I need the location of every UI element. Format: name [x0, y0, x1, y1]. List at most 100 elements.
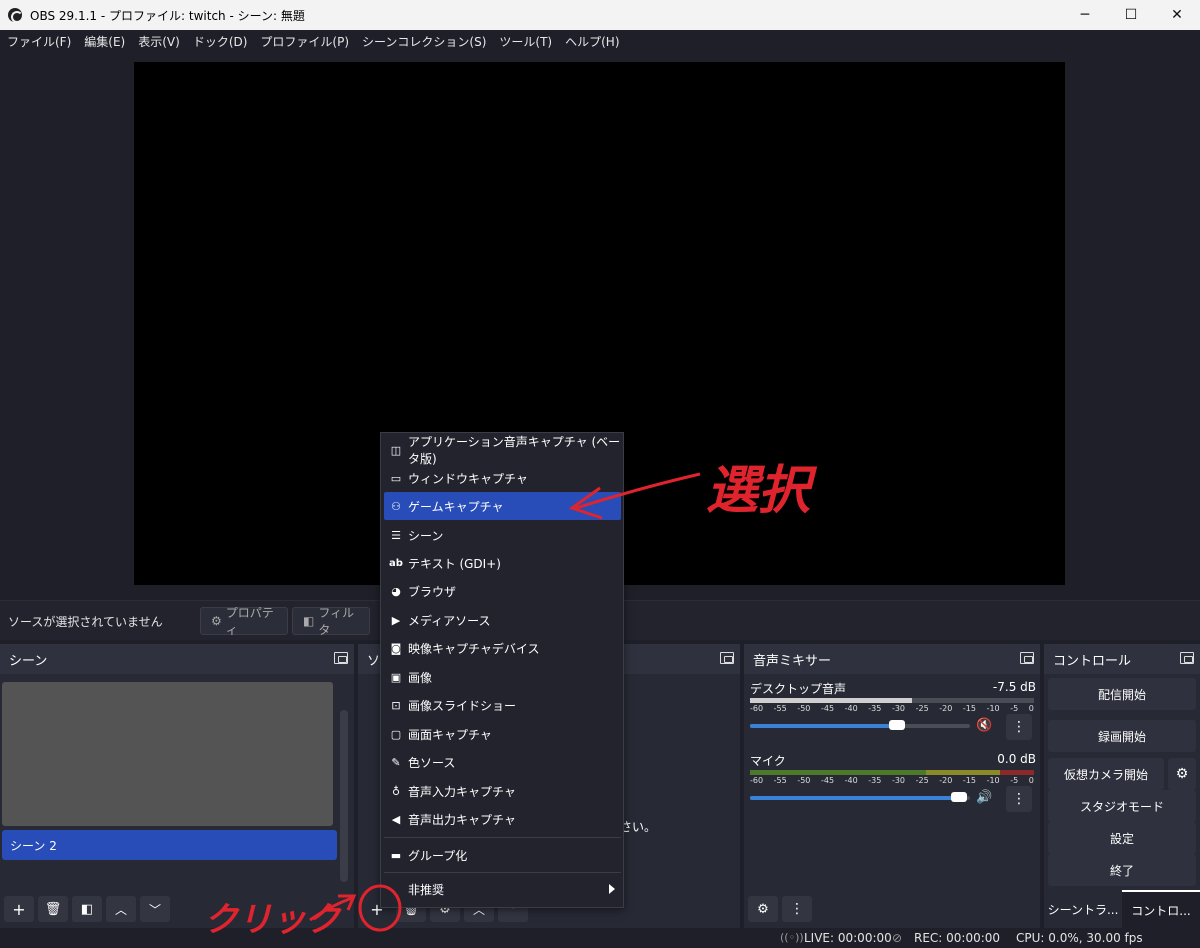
menu-separator [384, 872, 621, 873]
menu-scene-collection[interactable]: シーンコレクション(S) [357, 33, 494, 50]
move-scene-up-button[interactable]: ︿ [106, 896, 136, 922]
undock-icon[interactable] [1180, 652, 1194, 664]
annotation-select-label: 選択 [706, 460, 811, 521]
tab-scene-transitions[interactable]: シーントラ... [1044, 890, 1122, 928]
menu-item-label: メディアソース [408, 613, 491, 628]
close-button[interactable]: ✕ [1154, 0, 1200, 30]
list-icon: ☰ [391, 528, 401, 542]
exit-button[interactable]: 終了 [1048, 854, 1196, 886]
brush-icon: ✎ [391, 755, 401, 769]
start-virtual-camera-button[interactable]: 仮想カメラ開始 [1048, 758, 1164, 790]
scenes-title: シーン [9, 653, 48, 669]
properties-button[interactable]: ⚙ プロパティ [200, 606, 288, 637]
window-controls: ─ ☐ ✕ [1062, 0, 1200, 30]
meter-scale-tick: -55 [773, 776, 787, 785]
remove-scene-button[interactable]: 🗑 [38, 896, 68, 922]
menu-bar: ファイル(F) 編集(E) 表示(V) ドック(D) プロファイル(P) シーン… [0, 30, 1200, 52]
minimize-button[interactable]: ─ [1062, 0, 1108, 30]
volume-slider[interactable] [750, 720, 970, 730]
menu-dock[interactable]: ドック(D) [188, 33, 256, 50]
menu-item-deprecated[interactable]: 非推奨 [384, 875, 621, 903]
menu-item-label: 画像 [408, 670, 433, 685]
menu-item-media-source[interactable]: ▶ メディアソース [384, 606, 621, 634]
menu-help[interactable]: ヘルプ(H) [560, 33, 627, 50]
menu-item-video-capture-device[interactable]: ◙ 映像キャプチャデバイス [384, 634, 621, 662]
title-bar: OBS 29.1.1 - プロファイル: twitch - シーン: 無題 ─ … [0, 0, 1200, 30]
meter-scale-tick: -60 [750, 776, 764, 785]
virtual-camera-settings-button[interactable]: ⚙ [1168, 758, 1196, 790]
mixer-header: 音声ミキサー [744, 644, 1040, 674]
studio-mode-button[interactable]: スタジオモード [1048, 790, 1196, 822]
volume-meter [750, 698, 1034, 703]
meter-scale-tick: -50 [797, 704, 811, 713]
controls-dock: コントロール 配信開始 録画開始 仮想カメラ開始 ⚙ スタジオモード 設定 終了 [1044, 644, 1200, 890]
menu-item-audio-input-capture[interactable]: ♁ 音声入力キャプチャ [384, 777, 621, 805]
gamepad-icon: ⚇ [391, 499, 401, 513]
menu-tools[interactable]: ツール(T) [494, 33, 560, 50]
dock-tabs: シーントラ... コントロ... [1044, 890, 1200, 928]
speaker-icon[interactable]: 🔊 [976, 790, 992, 805]
menu-edit[interactable]: 編集(E) [79, 33, 133, 50]
meter-scale-tick: -50 [797, 776, 811, 785]
cpu-fps: CPU: 0.0%, 30.00 fps [1016, 931, 1143, 945]
start-recording-button[interactable]: 録画開始 [1048, 720, 1196, 752]
scene-filters-button[interactable]: ◧ [72, 896, 102, 922]
meter-scale-tick: -60 [750, 704, 764, 713]
monitor-icon: ▢ [390, 727, 402, 741]
menu-item-image-slideshow[interactable]: ⊡ 画像スライドショー [384, 691, 621, 719]
menu-item-browser[interactable]: ◕ ブラウザ [384, 577, 621, 605]
play-icon: ▶ [391, 613, 401, 627]
muted-speaker-icon[interactable]: 🔇 [976, 718, 992, 733]
rec-icon: ⊘ [892, 931, 903, 945]
meter-scale-tick: -35 [868, 704, 882, 713]
menu-item-image[interactable]: ▣ 画像 [384, 663, 621, 691]
kebab-icon: ⋮ [1012, 791, 1026, 807]
folder-icon: ▬ [390, 848, 402, 862]
scene-scrollbar[interactable] [340, 710, 348, 882]
start-streaming-button[interactable]: 配信開始 [1048, 678, 1196, 710]
settings-button[interactable]: 設定 [1048, 822, 1196, 854]
app-audio-icon: ◫ [390, 443, 402, 457]
menu-item-color-source[interactable]: ✎ 色ソース [384, 748, 621, 776]
menu-item-audio-output-capture[interactable]: ◀ 音声出力キャプチャ [384, 805, 621, 833]
move-scene-down-button[interactable]: ﹀ [140, 896, 170, 922]
filters-button[interactable]: ◧ フィルタ [292, 606, 370, 637]
volume-slider[interactable] [750, 792, 970, 802]
controls-header: コントロール [1044, 644, 1200, 674]
menu-item-group[interactable]: ▬ グループ化 [384, 841, 621, 869]
undock-icon[interactable] [334, 652, 348, 664]
undock-icon[interactable] [720, 652, 734, 664]
scene-list[interactable] [2, 682, 333, 826]
add-scene-button[interactable]: + [4, 896, 34, 922]
mixer-menu-button[interactable]: ⋮ [782, 896, 812, 922]
channel-menu-button[interactable]: ⋮ [1006, 786, 1032, 812]
undock-icon[interactable] [1020, 652, 1034, 664]
scenes-toolbar: + 🗑 ◧ ︿ ﹀ [0, 896, 170, 922]
channel-db: 0.0 dB [997, 752, 1036, 766]
menu-item-display-capture[interactable]: ▢ 画面キャプチャ [384, 720, 621, 748]
mixer-title: 音声ミキサー [753, 653, 832, 669]
scene-item-selected[interactable]: シーン 2 [2, 830, 337, 860]
menu-separator [384, 837, 621, 838]
sources-title: ソ [367, 653, 381, 669]
window-title: OBS 29.1.1 - プロファイル: twitch - シーン: 無題 [30, 8, 305, 23]
menu-view[interactable]: 表示(V) [133, 33, 188, 50]
tab-controls[interactable]: コントロ... [1122, 890, 1200, 928]
meter-scale-tick: -10 [986, 704, 1000, 713]
maximize-button[interactable]: ☐ [1108, 0, 1154, 30]
channel-menu-button[interactable]: ⋮ [1006, 714, 1032, 740]
meter-scale-tick: -15 [962, 704, 976, 713]
scenes-header: シーン [0, 644, 354, 674]
meter-scale-tick: -25 [915, 776, 929, 785]
advanced-audio-button[interactable]: ⚙ [748, 896, 778, 922]
menu-item-text-gdi[interactable]: ab テキスト (GDI+) [384, 549, 621, 577]
mic-icon: ♁ [391, 784, 401, 798]
kebab-icon: ⋮ [1012, 719, 1026, 735]
menu-item-app-audio-capture[interactable]: ◫ アプリケーション音声キャプチャ (ベータ版) [384, 435, 621, 466]
menu-profile[interactable]: プロファイル(P) [255, 33, 357, 50]
channel-db: -7.5 dB [992, 680, 1036, 694]
menu-file[interactable]: ファイル(F) [2, 33, 79, 50]
meter-scale-tick: -30 [891, 704, 906, 713]
status-bar: ((◦)) LIVE: 00:00:00 ⊘ REC: 00:00:00 CPU… [0, 928, 1200, 948]
rec-time: REC: 00:00:00 [914, 931, 1001, 945]
